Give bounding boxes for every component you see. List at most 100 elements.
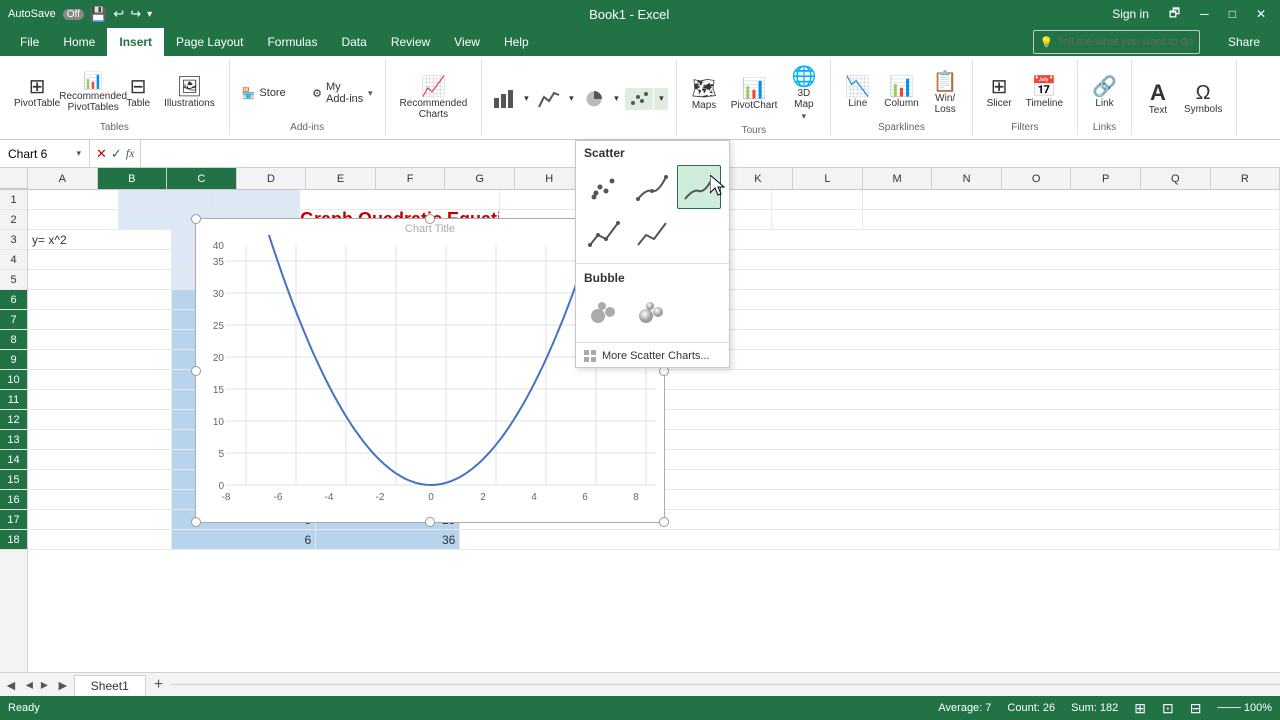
row-3[interactable]: 3	[0, 230, 27, 250]
undo-icon[interactable]: ↩	[113, 6, 124, 22]
row-14[interactable]: 14	[0, 450, 27, 470]
link-button[interactable]: 🔗 Link	[1086, 74, 1123, 112]
tab-help[interactable]: Help	[492, 28, 541, 56]
tab-view[interactable]: View	[442, 28, 492, 56]
cell-h1[interactable]	[772, 190, 863, 209]
sheet-tab-next-page[interactable]: ▸	[37, 676, 52, 693]
cell-a17[interactable]	[28, 510, 172, 529]
col-header-o[interactable]: O	[1002, 168, 1072, 189]
cell-a6[interactable]	[28, 290, 172, 309]
minimize-icon[interactable]: ─	[1194, 5, 1215, 23]
col-header-c[interactable]: C	[167, 168, 237, 189]
line-chart-dropdown[interactable]: ▾	[564, 88, 578, 110]
win-loss-button[interactable]: 📋 Win/Loss	[927, 69, 964, 118]
tab-formulas[interactable]: Formulas	[255, 28, 329, 56]
cell-rest-18[interactable]	[460, 530, 1280, 549]
cell-c1[interactable]	[209, 190, 300, 209]
row-10[interactable]: 10	[0, 370, 27, 390]
row-1[interactable]: 1	[0, 190, 27, 210]
cell-a4[interactable]	[28, 250, 172, 269]
row-12[interactable]: 12	[0, 410, 27, 430]
row-5[interactable]: 5	[0, 270, 27, 290]
cancel-formula-icon[interactable]: ✕	[96, 146, 107, 162]
tab-home[interactable]: Home	[51, 28, 107, 56]
col-header-q[interactable]: Q	[1141, 168, 1211, 189]
cell-rest-2[interactable]	[863, 210, 1280, 229]
scatter-straight-lines-markers-button[interactable]	[582, 211, 626, 255]
cell-rest-1[interactable]	[863, 190, 1280, 209]
col-header-e[interactable]: E	[306, 168, 376, 189]
row-18[interactable]: 18	[0, 530, 27, 550]
timeline-button[interactable]: 📅 Timeline	[1020, 74, 1069, 112]
insert-function-icon[interactable]: fx	[126, 146, 135, 161]
row-16[interactable]: 16	[0, 490, 27, 510]
scatter-straight-lines-button[interactable]	[630, 211, 674, 255]
cell-a13[interactable]	[28, 430, 172, 449]
cell-c18[interactable]: 36	[316, 530, 460, 549]
row-15[interactable]: 15	[0, 470, 27, 490]
scatter-smooth-lines-button[interactable]	[677, 165, 721, 209]
tab-page-layout[interactable]: Page Layout	[164, 28, 255, 56]
cell-a3[interactable]: y= x^2	[28, 230, 172, 249]
cell-a11[interactable]	[28, 390, 172, 409]
col-header-m[interactable]: M	[863, 168, 933, 189]
my-addins-button[interactable]: ⚙ My Add-ins ▾	[308, 79, 376, 107]
sheet-tab-sheet1[interactable]: Sheet1	[74, 675, 146, 697]
view-normal-icon[interactable]: ⊞	[1134, 700, 1146, 717]
scatter-chart-button[interactable]	[625, 88, 653, 110]
row-7[interactable]: 7	[0, 310, 27, 330]
tab-file[interactable]: File	[8, 28, 51, 56]
col-header-f[interactable]: F	[376, 168, 446, 189]
chart-handle-br[interactable]	[659, 517, 669, 527]
cell-a2[interactable]	[28, 210, 119, 229]
bubble-chart-button[interactable]	[582, 290, 626, 334]
scatter-markers-button[interactable]	[582, 165, 626, 209]
confirm-formula-icon[interactable]: ✓	[111, 146, 122, 162]
col-header-g[interactable]: G	[445, 168, 515, 189]
illustrations-button[interactable]: 🖼 Illustrations	[158, 74, 221, 112]
text-button[interactable]: A Text	[1140, 79, 1176, 119]
3d-map-button[interactable]: 🌐 3DMap ▾	[785, 64, 822, 125]
tab-insert[interactable]: Insert	[107, 28, 164, 56]
chart-handle-bl[interactable]	[191, 517, 201, 527]
row-8[interactable]: 8	[0, 330, 27, 350]
column-sparkline-button[interactable]: 📊 Column	[878, 74, 924, 112]
bubble-3d-chart-button[interactable]	[630, 290, 674, 334]
col-header-p[interactable]: P	[1071, 168, 1141, 189]
cell-reference-box[interactable]: Chart 6 ▾	[0, 140, 90, 167]
chart-handle-bm[interactable]	[425, 517, 435, 527]
sheet-tab-prev[interactable]: ◄	[0, 677, 22, 693]
cell-a1[interactable]	[28, 190, 119, 209]
col-header-k[interactable]: K	[724, 168, 794, 189]
tab-review[interactable]: Review	[379, 28, 442, 56]
more-scatter-charts-link[interactable]: More Scatter Charts...	[576, 345, 729, 367]
view-pagebreak-icon[interactable]: ⊟	[1190, 700, 1202, 717]
add-sheet-button[interactable]: +	[146, 676, 171, 694]
cell-a12[interactable]	[28, 410, 172, 429]
signin-button[interactable]: Sign in	[1106, 5, 1155, 23]
col-header-n[interactable]: N	[932, 168, 1002, 189]
maximize-icon[interactable]: □	[1223, 5, 1242, 23]
scatter-chart-dropdown[interactable]: ▾	[654, 88, 668, 110]
col-header-a[interactable]: A	[28, 168, 98, 189]
line-chart-button[interactable]	[535, 88, 563, 110]
restore-window-icon[interactable]: 🗗	[1163, 2, 1186, 27]
row-11[interactable]: 11	[0, 390, 27, 410]
zoom-slider[interactable]: ─── 100%	[1217, 702, 1272, 714]
share-button[interactable]: Share	[1216, 28, 1272, 56]
cell-a7[interactable]	[28, 310, 172, 329]
row-2[interactable]: 2	[0, 210, 27, 230]
cell-a15[interactable]	[28, 470, 172, 489]
column-chart-dropdown[interactable]: ▾	[519, 87, 533, 109]
symbols-button[interactable]: Ω Symbols	[1178, 80, 1228, 118]
view-layout-icon[interactable]: ⊡	[1162, 700, 1174, 717]
cell-a18[interactable]	[28, 530, 172, 549]
row-4[interactable]: 4	[0, 250, 27, 270]
slicer-button[interactable]: ⊞ Slicer	[981, 74, 1018, 112]
tab-data[interactable]: Data	[329, 28, 378, 56]
cell-d1[interactable]	[300, 190, 500, 209]
store-button[interactable]: 🏪 Store	[238, 85, 306, 102]
close-icon[interactable]: ✕	[1250, 5, 1272, 23]
cell-b18[interactable]: 6	[172, 530, 316, 549]
cell-ref-dropdown[interactable]: ▾	[76, 148, 81, 159]
